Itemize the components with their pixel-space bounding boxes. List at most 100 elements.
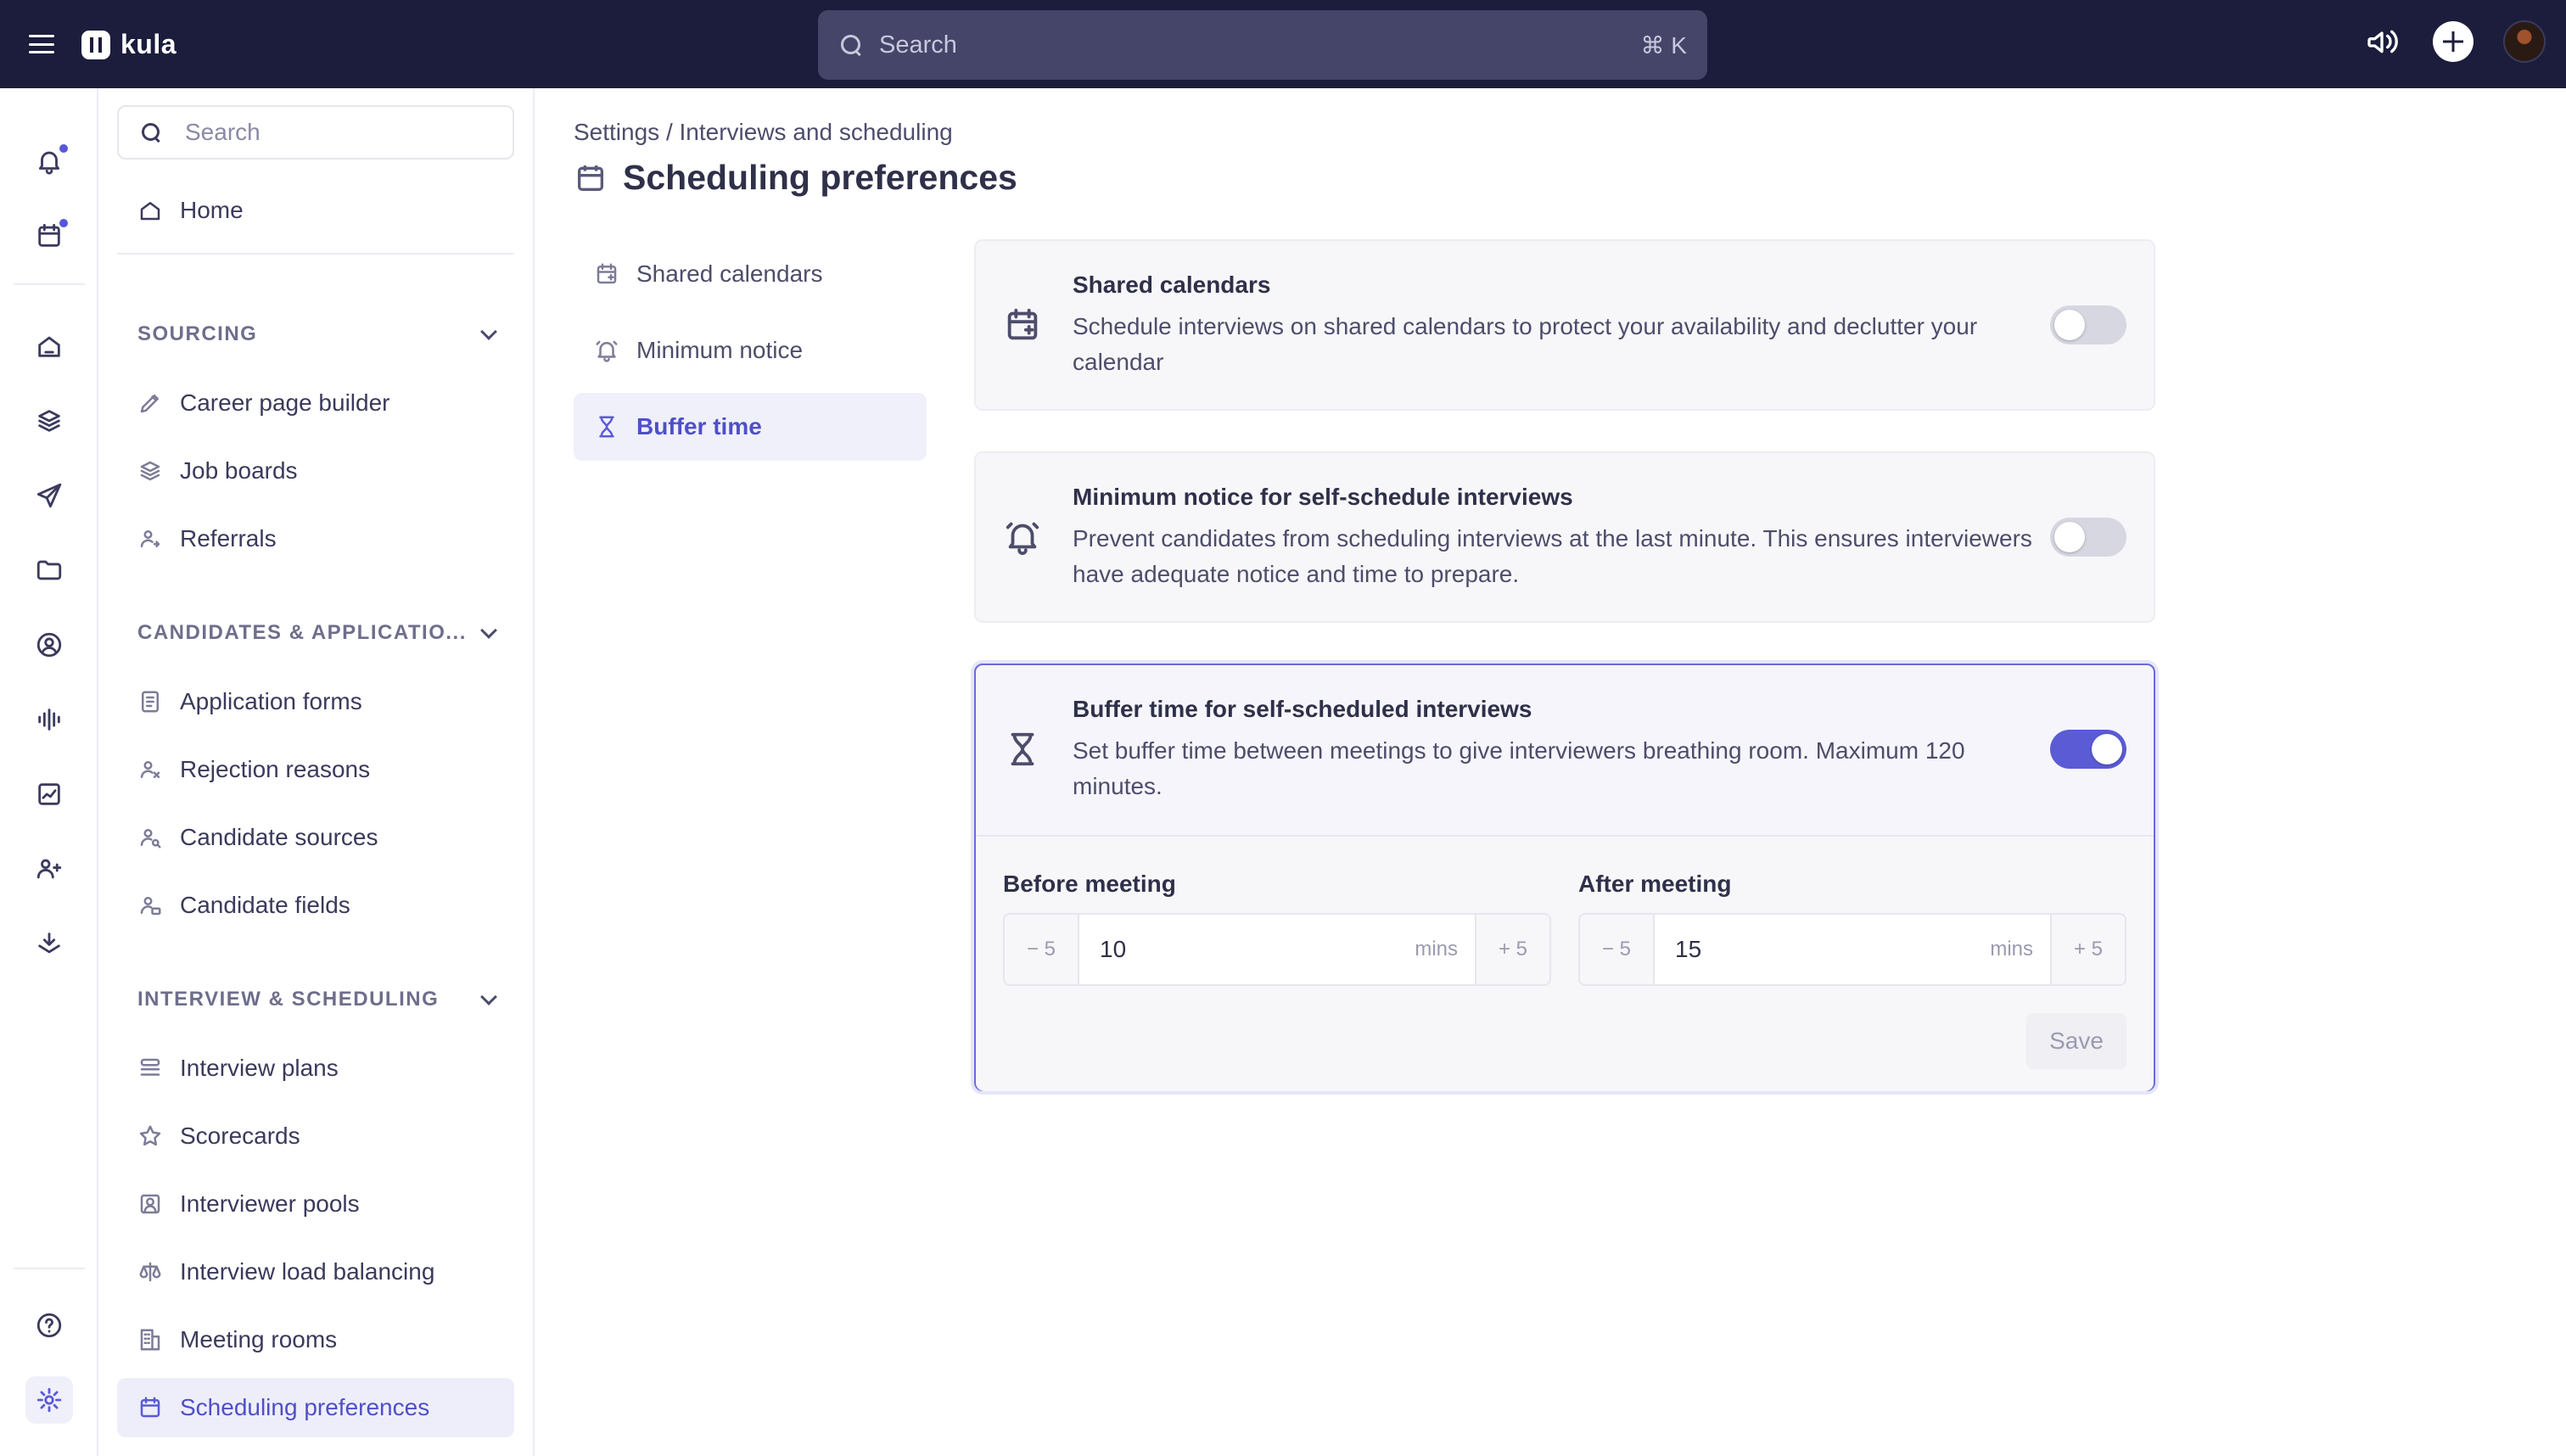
before-meeting-label: Before meeting xyxy=(1003,871,1176,897)
calendar-plus-icon xyxy=(1007,308,1038,340)
rail-help[interactable] xyxy=(25,1302,73,1349)
global-search-input[interactable]: Search ⌘ K xyxy=(818,10,1707,80)
tab-buffer-time[interactable]: Buffer time xyxy=(574,393,927,461)
tab-minimum-notice[interactable]: Minimum notice xyxy=(574,316,927,384)
after-meeting-decrement-button[interactable]: − 5 xyxy=(1580,915,1655,984)
rail-candidates[interactable] xyxy=(25,621,73,669)
section-label: SOURCING xyxy=(137,322,258,345)
menu-icon[interactable] xyxy=(29,32,54,56)
section-interview-scheduling[interactable]: INTERVIEW & SCHEDULING xyxy=(137,983,514,1016)
nav-item-label: Candidate sources xyxy=(180,824,378,850)
calendar-icon xyxy=(578,165,603,191)
unit-label: mins xyxy=(1415,938,1458,960)
buffer-time-settings: Before meeting − 5 mins + 5 After meetin… xyxy=(976,835,2154,1091)
section-candidates-applications[interactable]: CANDIDATES & APPLICATIO... xyxy=(137,616,514,650)
global-search-placeholder: Search xyxy=(879,31,957,59)
settings-search-placeholder: Search xyxy=(185,119,261,145)
before-meeting-decrement-button[interactable]: − 5 xyxy=(1005,915,1079,984)
section-sourcing[interactable]: SOURCING xyxy=(137,317,514,351)
breadcrumb-interviews-scheduling[interactable]: Interviews and scheduling xyxy=(680,119,953,145)
rail-reports[interactable] xyxy=(25,770,73,818)
after-meeting-increment-button[interactable]: + 5 xyxy=(2050,915,2125,984)
card-description: Prevent candidates from scheduling inter… xyxy=(1073,525,2032,587)
create-new-button[interactable] xyxy=(2432,20,2474,63)
settings-nav-scorecards[interactable]: Scorecards xyxy=(117,1106,514,1166)
pen-icon xyxy=(140,395,159,413)
breadcrumb: Settings / Interviews and scheduling xyxy=(574,119,953,146)
after-meeting-input[interactable] xyxy=(1675,936,1845,963)
before-meeting-stepper: − 5 mins + 5 xyxy=(1003,913,1551,986)
rail-home[interactable] xyxy=(25,322,73,370)
buffer-time-toggle[interactable] xyxy=(2050,730,2126,769)
rail-folders[interactable] xyxy=(25,546,73,594)
before-meeting-input[interactable] xyxy=(1100,936,1269,963)
card-title: Minimum notice for self-schedule intervi… xyxy=(1073,484,1573,510)
save-button[interactable]: Save xyxy=(2026,1013,2126,1069)
settings-nav-home[interactable]: Home xyxy=(117,181,514,240)
user-avatar[interactable] xyxy=(2503,20,2546,63)
settings-nav-meeting-rooms[interactable]: Meeting rooms xyxy=(117,1310,514,1369)
settings-nav-interview-load-balancing[interactable]: Interview load balancing xyxy=(117,1242,514,1302)
calendar-plus-icon xyxy=(597,263,617,284)
card-header: Minimum notice for self-schedule intervi… xyxy=(976,453,2154,621)
after-meeting-field: After meeting − 5 mins + 5 xyxy=(1578,871,2126,986)
minimum-notice-toggle[interactable] xyxy=(2050,518,2126,557)
buffer-time-card: Buffer time for self-scheduled interview… xyxy=(974,664,2155,1091)
breadcrumb-settings[interactable]: Settings xyxy=(574,119,659,145)
chevron-down-icon xyxy=(480,326,497,343)
settings-nav: Search Home SOURCING Career page builder… xyxy=(100,88,535,1456)
rail-notifications[interactable] xyxy=(25,137,73,185)
home-icon xyxy=(38,336,60,357)
unit-label: mins xyxy=(1990,938,2033,960)
tab-label: Shared calendars xyxy=(636,260,823,287)
chart-icon xyxy=(38,783,60,805)
page-header: Scheduling preferences xyxy=(574,158,1017,198)
settings-nav-candidate-fields[interactable]: Candidate fields xyxy=(117,876,514,935)
waveform-icon xyxy=(38,708,60,731)
card-header: Shared calendars Schedule interviews on … xyxy=(976,241,2154,409)
download-tray-icon xyxy=(38,932,60,954)
rail-outreach[interactable] xyxy=(25,472,73,519)
settings-nav-job-boards[interactable]: Job boards xyxy=(117,441,514,501)
settings-search-input[interactable]: Search xyxy=(117,105,514,160)
calendar-icon xyxy=(140,1397,160,1418)
card-title: Shared calendars xyxy=(1073,272,1271,298)
settings-nav-candidate-sources[interactable]: Candidate sources xyxy=(117,808,514,867)
rail-divider xyxy=(14,1268,85,1269)
home-icon xyxy=(140,202,160,221)
user-circle-icon xyxy=(36,632,62,658)
before-meeting-increment-button[interactable]: + 5 xyxy=(1475,915,1549,984)
rail-team[interactable] xyxy=(25,845,73,893)
rail-settings[interactable] xyxy=(25,1376,73,1424)
settings-nav-interview-plans[interactable]: Interview plans xyxy=(117,1039,514,1098)
rail-jobs[interactable] xyxy=(25,397,73,445)
announcements-icon[interactable] xyxy=(2361,20,2403,63)
minimum-notice-card: Minimum notice for self-schedule intervi… xyxy=(974,451,2155,623)
section-label: CANDIDATES & APPLICATIO... xyxy=(137,621,467,644)
scale-icon xyxy=(139,1262,161,1282)
settings-nav-application-forms[interactable]: Application forms xyxy=(117,672,514,731)
settings-nav-rejection-reasons[interactable]: Rejection reasons xyxy=(117,740,514,799)
settings-nav-career-page-builder[interactable]: Career page builder xyxy=(117,373,514,433)
settings-nav-interviewer-pools[interactable]: Interviewer pools xyxy=(117,1174,514,1234)
notification-dot xyxy=(59,219,68,227)
nav-item-label: Interviewer pools xyxy=(180,1190,360,1217)
rail-inbox[interactable] xyxy=(25,920,73,967)
rail-calendar[interactable] xyxy=(25,212,73,260)
increment-amount: 5 xyxy=(2091,938,2104,960)
tab-shared-calendars[interactable]: Shared calendars xyxy=(574,240,927,308)
rail-audio[interactable] xyxy=(25,696,73,743)
calendar-icon xyxy=(38,223,60,247)
card-header: Buffer time for self-scheduled interview… xyxy=(976,665,2154,835)
settings-nav-referrals[interactable]: Referrals xyxy=(117,509,514,568)
nav-item-label: Scheduling preferences xyxy=(180,1394,430,1420)
send-icon xyxy=(36,483,62,508)
before-meeting-field: Before meeting − 5 mins + 5 xyxy=(1003,871,1551,986)
app-logo[interactable]: kula xyxy=(81,29,176,60)
gear-icon xyxy=(36,1387,62,1413)
search-shortcut: ⌘ K xyxy=(1640,31,1687,59)
chevron-down-icon xyxy=(480,624,497,641)
shared-calendars-toggle[interactable] xyxy=(2050,305,2126,344)
increment-amount: 5 xyxy=(1516,938,1528,960)
settings-nav-scheduling-preferences[interactable]: Scheduling preferences xyxy=(117,1378,514,1437)
